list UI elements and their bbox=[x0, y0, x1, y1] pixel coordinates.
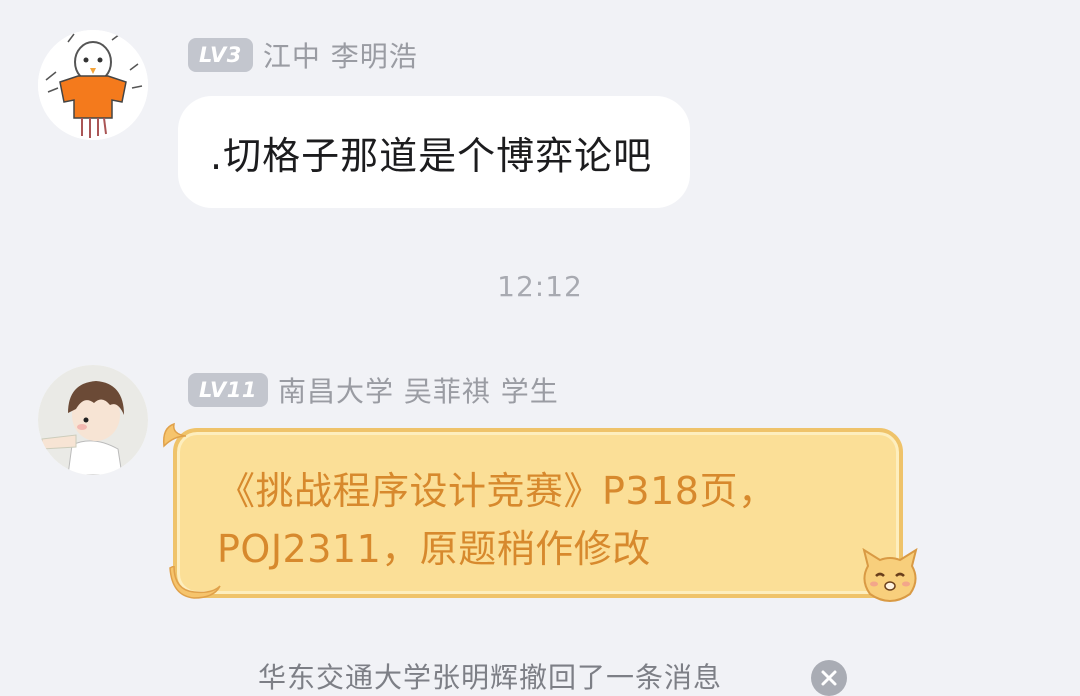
timestamp: 12:12 bbox=[497, 270, 583, 303]
message-meta: LV11 南昌大学 吴菲祺 学生 bbox=[188, 370, 559, 410]
avatar[interactable] bbox=[38, 365, 148, 475]
message-bubble[interactable]: 《挑战程序设计竞赛》P318页， POJ2311，原题稍作修改 bbox=[173, 428, 903, 598]
level-badge: LV3 bbox=[188, 38, 253, 72]
message-meta: LV3 江中 李明浩 bbox=[188, 35, 418, 75]
avatar[interactable] bbox=[38, 30, 148, 140]
dismiss-button[interactable] bbox=[811, 660, 847, 696]
level-badge: LV11 bbox=[188, 373, 268, 407]
close-icon bbox=[821, 670, 837, 686]
cat-face-icon bbox=[862, 548, 918, 602]
cat-tail-icon bbox=[169, 566, 221, 599]
message-text: .切格子那道是个博弈论吧 bbox=[210, 133, 653, 178]
recall-notice: 华东交通大学张明辉撤回了一条消息 bbox=[258, 661, 723, 694]
message-line: POJ2311，原题稍作修改 bbox=[217, 527, 651, 571]
message-line: 《挑战程序设计竞赛》P318页， bbox=[217, 469, 777, 513]
sender-name[interactable]: 江中 李明浩 bbox=[263, 35, 418, 75]
cat-ear-icon bbox=[162, 422, 187, 448]
message-bubble[interactable]: .切格子那道是个博弈论吧 bbox=[178, 96, 691, 208]
sender-name[interactable]: 南昌大学 吴菲祺 学生 bbox=[278, 370, 559, 410]
brown-hair-kid-avatar-icon bbox=[38, 365, 148, 475]
message-text: 《挑战程序设计竞赛》P318页， POJ2311，原题稍作修改 bbox=[217, 462, 877, 578]
orange-shirt-bird-avatar-icon bbox=[38, 30, 148, 140]
